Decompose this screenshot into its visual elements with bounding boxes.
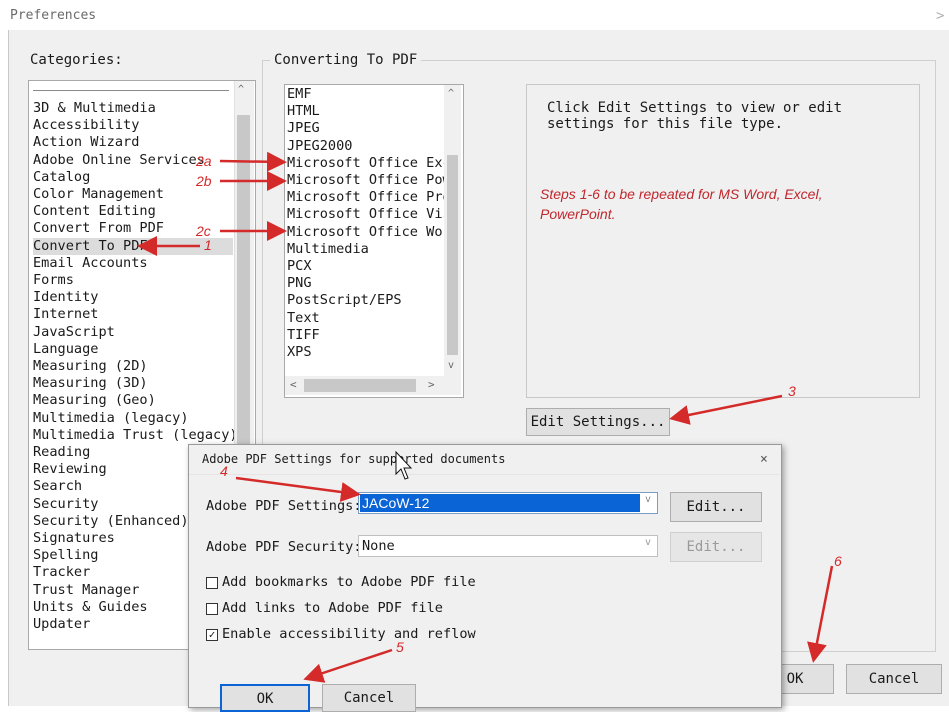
- annotation-overlay: 1 2a 2b 2c 3 4 5 6: [137, 151, 842, 683]
- annotation-1: 1: [204, 237, 212, 253]
- arrow-3: [669, 394, 783, 425]
- arrow-6: [807, 565, 834, 663]
- arrow-5: [303, 648, 393, 683]
- annotation-4: 4: [220, 463, 228, 479]
- annotation-2c: 2c: [195, 223, 211, 239]
- cursor-icon: [395, 450, 413, 480]
- annotation-2b: 2b: [195, 173, 212, 189]
- arrow-4: [235, 476, 361, 502]
- arrow-2a: [219, 151, 287, 172]
- annotation-2a: 2a: [195, 153, 212, 169]
- annotation-6: 6: [834, 553, 842, 569]
- annotation-5: 5: [396, 639, 404, 655]
- annotation-3: 3: [788, 383, 796, 399]
